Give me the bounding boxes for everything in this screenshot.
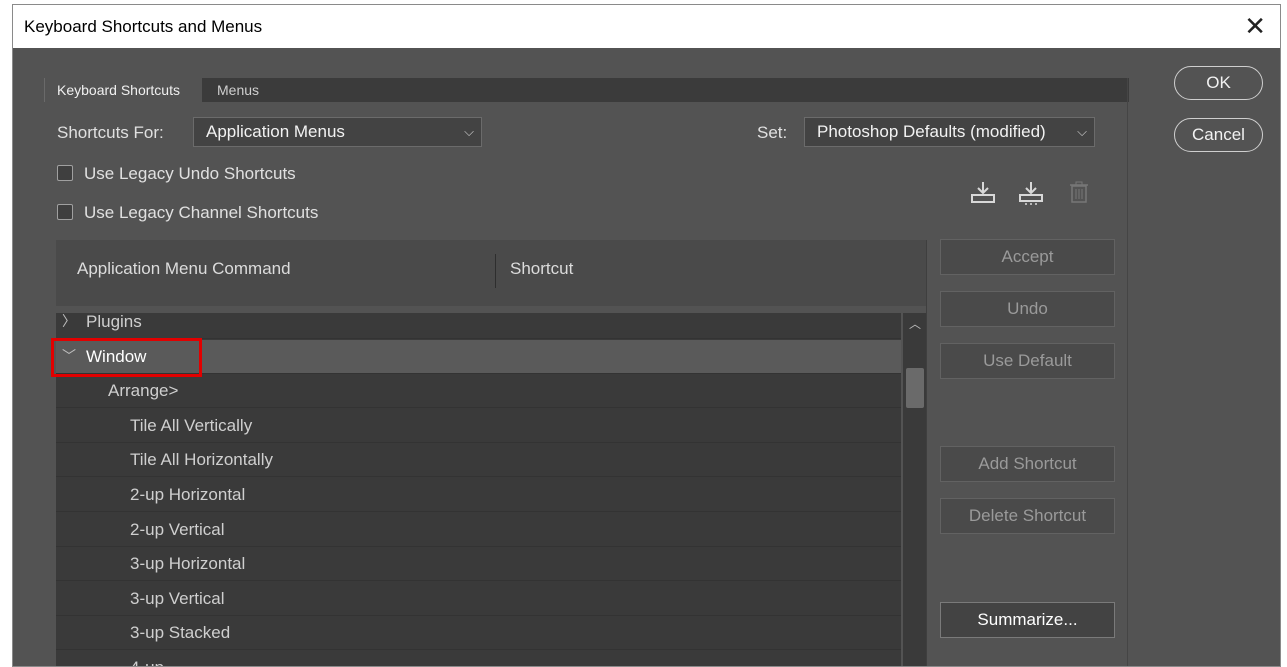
summarize-button[interactable]: Summarize... [940, 602, 1115, 638]
vertical-scrollbar[interactable]: ︿ [903, 313, 926, 666]
row-label: Arrange> [108, 381, 179, 401]
legacy-undo-checkbox[interactable] [57, 165, 73, 181]
chevron-up-icon[interactable]: ︿ [909, 315, 921, 332]
undo-button[interactable]: Undo [940, 291, 1115, 327]
delete-shortcut-button[interactable]: Delete Shortcut [940, 498, 1115, 534]
ok-button[interactable]: OK [1174, 66, 1263, 100]
table-header: Application Menu Command Shortcut [56, 240, 926, 306]
shortcuts-table: Application Menu Command Shortcut 〉 Plugi… [56, 240, 926, 666]
table-row[interactable]: 4-up [56, 651, 901, 666]
table-row[interactable]: Tile All Vertically [56, 408, 901, 443]
shortcut-column-header: Shortcut [510, 259, 574, 278]
save-as-set-icon[interactable] [1018, 180, 1044, 211]
keyboard-shortcuts-dialog: Keyboard Shortcuts and Menus ✕ Keyboard … [12, 4, 1281, 667]
table-row[interactable]: Tile All Horizontally [56, 443, 901, 478]
dialog-body: Keyboard Shortcuts Menus Shortcuts For: … [13, 48, 1280, 666]
table-row[interactable]: 2-up Horizontal [56, 478, 901, 512]
divider [1127, 78, 1128, 666]
table-row[interactable]: Arrange> [56, 374, 901, 409]
row-label: Tile All Horizontally [130, 450, 273, 470]
scroll-thumb[interactable] [906, 368, 924, 408]
close-icon[interactable]: ✕ [1244, 12, 1266, 40]
chevron-down-icon: ⌵ [1077, 124, 1087, 139]
tab-keyboard-shortcuts[interactable]: Keyboard Shortcuts [44, 78, 202, 102]
table-row[interactable]: 3-up Stacked [56, 616, 901, 651]
legacy-undo-label: Use Legacy Undo Shortcuts [84, 164, 296, 183]
trash-icon[interactable] [1069, 181, 1089, 208]
add-shortcut-button[interactable]: Add Shortcut [940, 446, 1115, 482]
shortcuts-for-label: Shortcuts For: [57, 123, 164, 142]
accept-button[interactable]: Accept [940, 239, 1115, 275]
set-value: Photoshop Defaults (modified) [817, 122, 1046, 141]
divider [926, 240, 927, 666]
set-label: Set: [757, 123, 788, 142]
row-label: 4-up [130, 651, 164, 666]
chevron-down-icon: ⌵ [464, 124, 474, 139]
row-label: 2-up Horizontal [130, 485, 246, 504]
shortcuts-for-value: Application Menus [206, 122, 345, 141]
cancel-button[interactable]: Cancel [1174, 118, 1263, 152]
row-label: Tile All Vertically [130, 415, 253, 435]
table-row[interactable]: 〉 Plugins [56, 313, 901, 339]
shortcuts-for-select[interactable]: Application Menus ⌵ [193, 117, 482, 147]
row-label: 2-up Vertical [130, 519, 225, 539]
tab-bar: Keyboard Shortcuts Menus [44, 78, 1129, 102]
use-default-button[interactable]: Use Default [940, 343, 1115, 379]
window-highlight-box [51, 338, 202, 377]
dialog-title: Keyboard Shortcuts and Menus [24, 17, 263, 36]
row-label: 3-up Horizontal [130, 554, 246, 574]
save-set-icon[interactable] [970, 180, 996, 209]
table-row[interactable]: 2-up Vertical [56, 512, 901, 547]
table-row[interactable]: 3-up Vertical [56, 581, 901, 616]
column-divider[interactable] [495, 254, 496, 288]
row-label: 3-up Vertical [130, 588, 225, 608]
chevron-right-icon[interactable]: 〉 [62, 313, 76, 338]
legacy-channel-label: Use Legacy Channel Shortcuts [84, 203, 319, 222]
command-column-header: Application Menu Command [77, 259, 291, 278]
set-select[interactable]: Photoshop Defaults (modified) ⌵ [804, 117, 1095, 147]
table-row[interactable]: 3-up Horizontal [56, 547, 901, 582]
row-label: Plugins [86, 313, 142, 331]
legacy-channel-checkbox[interactable] [57, 204, 73, 220]
tab-menus[interactable]: Menus [217, 78, 259, 102]
row-label: 3-up Stacked [130, 623, 231, 643]
title-bar: Keyboard Shortcuts and Menus ✕ [13, 5, 1280, 48]
